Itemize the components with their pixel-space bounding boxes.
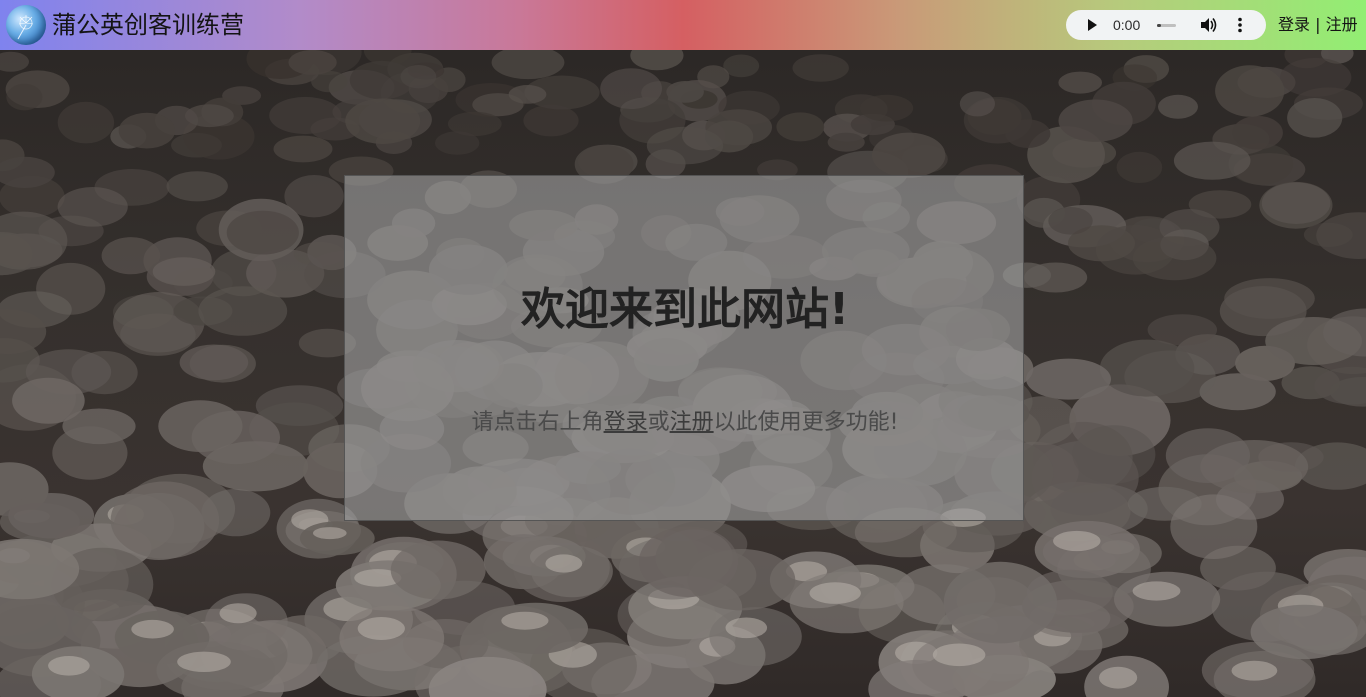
welcome-heading: 欢迎来到此网站! [520,284,850,335]
site-title: 蒲公英创客训练营 [52,11,244,39]
top-header: 蒲公英创客训练营 0:00 登录 | 注册 [0,0,1366,50]
more-vert-icon[interactable] [1236,17,1244,33]
auth-links: 登录 | 注册 [1278,15,1358,35]
welcome-panel: 欢迎来到此网站! 请点击右上角登录或注册以此使用更多功能! [344,175,1024,521]
register-link[interactable]: 注册 [1326,15,1358,34]
volume-icon[interactable] [1200,17,1217,33]
audio-progress-bar[interactable] [1157,24,1176,27]
dandelion-logo-icon[interactable] [6,5,46,45]
panel-login-link[interactable]: 登录 [604,410,648,435]
message-or: 或 [647,410,670,435]
message-before: 请点击右上角 [471,410,604,435]
audio-player[interactable]: 0:00 [1066,10,1266,40]
login-link[interactable]: 登录 [1278,15,1310,34]
welcome-message: 请点击右上角登录或注册以此使用更多功能! [345,409,1025,437]
auth-separator: | [1310,15,1326,34]
audio-time: 0:00 [1113,17,1141,33]
panel-register-link[interactable]: 注册 [670,410,714,435]
play-icon[interactable] [1088,19,1097,31]
message-after: 以此使用更多功能! [713,410,899,435]
